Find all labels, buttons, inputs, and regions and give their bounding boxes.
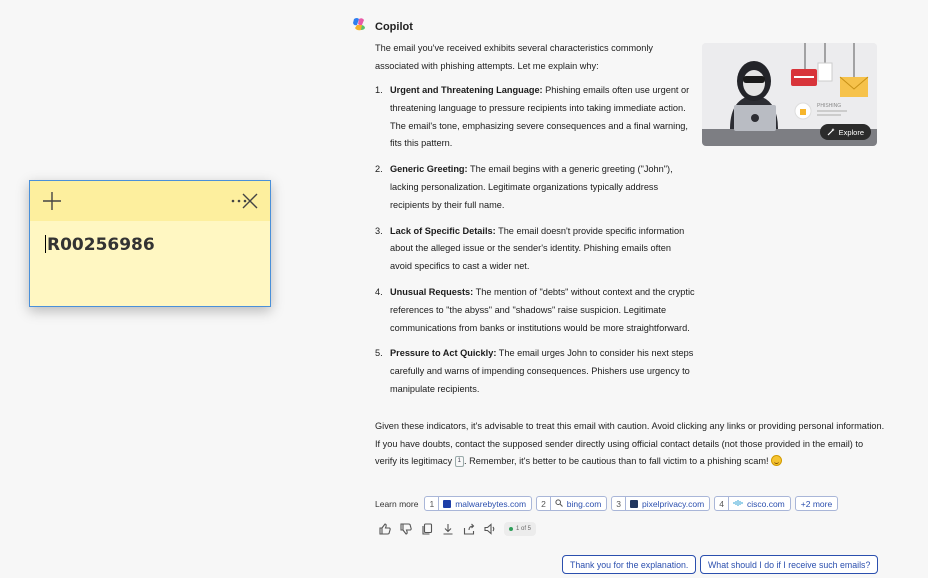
text-cursor <box>45 235 46 253</box>
more-sources-button[interactable]: +2 more <box>794 496 839 511</box>
source-number: 3 <box>612 497 627 510</box>
conclusion-text-end: . Remember, it's better to be cautious t… <box>464 456 769 466</box>
pixelprivacy-favicon-icon <box>630 499 639 508</box>
sticky-note-text: R00256986 <box>47 235 155 255</box>
thumbs-up-icon[interactable] <box>378 522 392 536</box>
explore-button[interactable]: Explore <box>819 124 871 140</box>
share-icon[interactable] <box>462 522 476 536</box>
list-item: 4. Unusual Requests: The mention of "debt… <box>375 284 695 337</box>
copy-icon[interactable] <box>420 522 434 536</box>
source-chip-malwarebytes[interactable]: 1 malwarebytes.com <box>424 496 533 511</box>
source-number: 1 <box>425 497 440 510</box>
reasons-list: 1. Urgent and Threatening Language: Phish… <box>375 82 695 407</box>
point-title: Urgent and Threatening Language: <box>390 85 543 95</box>
list-item: 3. Lack of Specific Details: The email do… <box>375 223 695 276</box>
source-number: 4 <box>715 497 729 510</box>
phishing-illustration[interactable]: PHISHING Explore <box>702 43 877 146</box>
list-item: 5. Pressure to Act Quickly: The email urg… <box>375 345 695 398</box>
list-number: 5. <box>375 348 383 359</box>
suggestion-thanks-button[interactable]: Thank you for the explanation. <box>562 555 697 574</box>
source-chip-cisco[interactable]: 4 cisco.com <box>714 496 791 511</box>
source-site: bing.com <box>566 498 602 509</box>
intro-paragraph: The email you've received exhibits sever… <box>375 43 653 71</box>
plus-icon[interactable] <box>40 189 64 213</box>
list-item: 1. Urgent and Threatening Language: Phish… <box>375 82 695 153</box>
point-title: Lack of Specific Details: <box>390 225 496 236</box>
source-chip-bing[interactable]: 2 bing.com <box>536 496 608 511</box>
copilot-name: Copilot <box>375 20 413 33</box>
pager-text: 1 of 5 <box>516 526 532 532</box>
list-item: 2. Generic Greeting: The email begins wit… <box>375 161 695 214</box>
suggestion-what-to-do-button[interactable]: What should I do if I receive such email… <box>700 555 879 574</box>
close-icon[interactable] <box>238 189 262 213</box>
download-icon[interactable] <box>441 522 455 536</box>
source-site: cisco.com <box>746 498 785 509</box>
list-number: 3. <box>375 225 383 236</box>
sticky-note-text-area[interactable]: R00256986 <box>30 221 270 269</box>
list-number: 4. <box>375 286 383 297</box>
sticky-note[interactable]: R00256986 <box>29 180 271 307</box>
sticky-note-toolbar <box>30 181 270 221</box>
list-number: 2. <box>375 164 383 175</box>
citation-marker[interactable]: 1 <box>454 456 464 467</box>
copilot-logo-icon <box>351 16 367 37</box>
copilot-header: Copilot <box>351 16 413 37</box>
point-title: Generic Greeting: <box>390 164 468 175</box>
response-toolbar: 1 of 5 <box>378 522 537 536</box>
search-favicon-icon <box>555 498 563 509</box>
status-dot-icon <box>509 527 513 531</box>
thumbs-down-icon[interactable] <box>399 522 413 536</box>
conclusion-paragraph: Given these indicators, it's advisable t… <box>375 418 885 471</box>
phishing-word: PHISHING <box>817 103 841 109</box>
source-chip-pixelprivacy[interactable]: 3 pixelprivacy.com <box>611 496 711 511</box>
cisco-favicon-icon <box>733 499 743 509</box>
smiley-emoji-icon <box>771 455 783 466</box>
speaker-icon[interactable] <box>483 522 497 536</box>
response-pager: 1 of 5 <box>504 522 537 536</box>
source-site: pixelprivacy.com <box>642 498 705 509</box>
source-site: malwarebytes.com <box>455 498 527 509</box>
wand-icon <box>827 128 834 136</box>
explore-label: Explore <box>838 127 864 137</box>
source-number: 2 <box>537 497 551 510</box>
learn-more-bar: Learn more 1 malwarebytes.com 2 bing.com… <box>375 496 839 511</box>
learn-more-label: Learn more <box>375 498 419 509</box>
malwarebytes-favicon-icon <box>443 499 452 508</box>
list-number: 1. <box>375 85 383 95</box>
point-title: Unusual Requests: <box>390 286 474 297</box>
point-title: Pressure to Act Quickly: <box>390 348 497 359</box>
